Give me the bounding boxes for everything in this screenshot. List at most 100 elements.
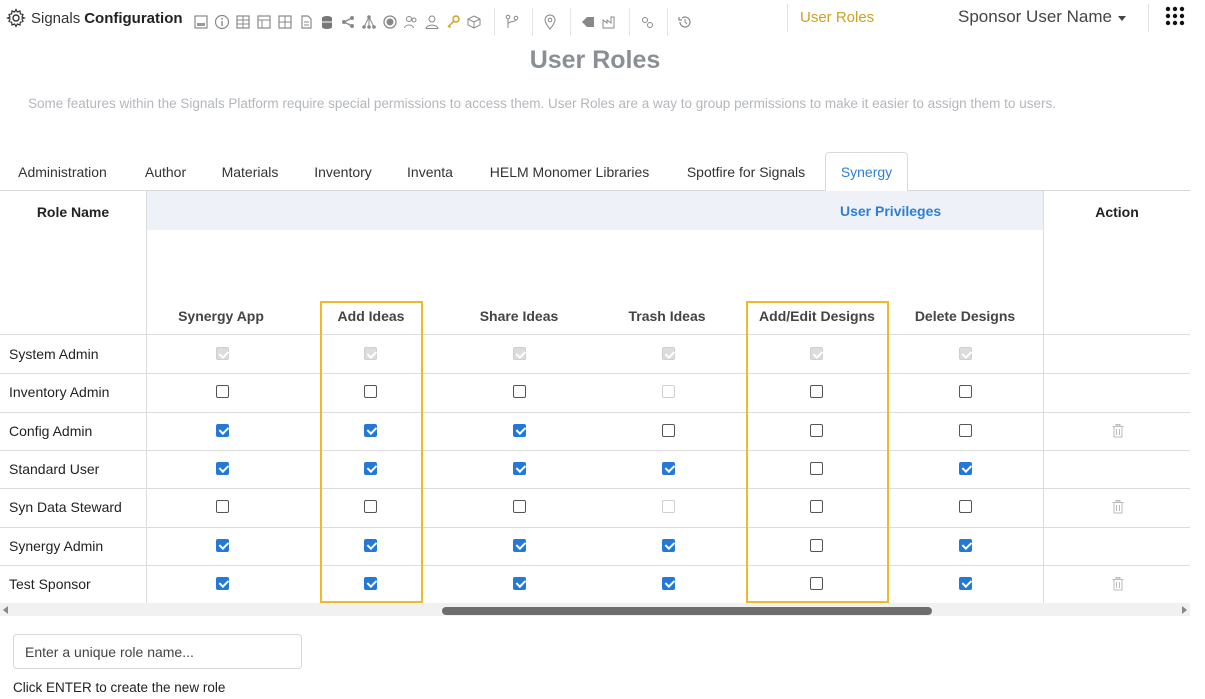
- trash-icon[interactable]: [1112, 423, 1124, 438]
- privilege-checkbox[interactable]: [216, 576, 229, 590]
- tab-synergy[interactable]: Synergy: [825, 152, 908, 192]
- privilege-checkbox[interactable]: [810, 538, 823, 552]
- scrollbar-thumb[interactable]: [442, 607, 932, 615]
- roles-table: Role Name User Privileges Action Synergy…: [0, 191, 1190, 605]
- user-privileges-header: User Privileges: [146, 191, 1044, 230]
- privilege-checkbox[interactable]: [364, 423, 377, 437]
- tree-icon[interactable]: [360, 13, 378, 31]
- col-trash-ideas: Trash Ideas: [628, 308, 706, 324]
- info-icon[interactable]: [213, 13, 231, 31]
- col-add-ideas: Add Ideas: [337, 308, 405, 324]
- horizontal-scrollbar[interactable]: [0, 603, 1190, 616]
- tab-spotfire-for-signals[interactable]: Spotfire for Signals: [670, 152, 822, 191]
- privilege-checkbox: [513, 347, 526, 360]
- privilege-checkbox[interactable]: [216, 423, 229, 437]
- row-divider: [0, 526, 1190, 528]
- tab-helm-monomer-libraries[interactable]: HELM Monomer Libraries: [472, 152, 667, 191]
- table-icon[interactable]: [234, 13, 252, 31]
- privilege-checkbox[interactable]: [513, 461, 526, 475]
- privilege-checkbox[interactable]: [662, 576, 675, 590]
- privilege-checkbox[interactable]: [216, 500, 229, 514]
- header-separator: [787, 4, 788, 32]
- tab-inventa[interactable]: Inventa: [391, 152, 469, 191]
- top-bar: Signals Configuration User Roles Sponsor…: [0, 0, 1205, 36]
- gear-icon: [6, 8, 26, 28]
- grid-icon[interactable]: [276, 13, 294, 31]
- factory-icon[interactable]: [600, 13, 618, 31]
- row-divider: [0, 411, 1190, 413]
- brand[interactable]: Signals Configuration: [6, 7, 183, 29]
- users-icon[interactable]: [402, 13, 420, 31]
- cube-icon[interactable]: [465, 13, 483, 31]
- privilege-checkbox[interactable]: [513, 576, 526, 590]
- privilege-checkbox[interactable]: [364, 500, 377, 514]
- tab-inventory[interactable]: Inventory: [299, 152, 387, 191]
- tag-icon[interactable]: [579, 13, 597, 31]
- privilege-checkbox[interactable]: [513, 423, 526, 437]
- privilege-checkbox[interactable]: [959, 538, 972, 552]
- history-icon[interactable]: [676, 13, 694, 31]
- privilege-checkbox: [216, 347, 229, 360]
- privilege-checkbox[interactable]: [216, 385, 229, 399]
- privilege-checkbox[interactable]: [662, 538, 675, 552]
- role-name-cell: Syn Data Steward: [9, 499, 122, 516]
- role-name-cell: Inventory Admin: [9, 384, 110, 401]
- layout-icon[interactable]: [192, 13, 210, 31]
- key-icon[interactable]: [444, 13, 462, 31]
- privilege-checkbox[interactable]: [216, 461, 229, 475]
- privilege-checkbox[interactable]: [810, 461, 823, 475]
- privilege-checkbox[interactable]: [513, 385, 526, 399]
- tab-author[interactable]: Author: [128, 152, 203, 191]
- role-name-cell: Synergy Admin: [9, 537, 104, 554]
- privilege-checkbox[interactable]: [662, 423, 675, 437]
- toolbar: [192, 8, 697, 36]
- user-menu[interactable]: Sponsor User Name: [958, 7, 1127, 27]
- user-roles-link[interactable]: User Roles: [800, 9, 874, 26]
- scroll-left-icon[interactable]: [3, 606, 8, 614]
- privilege-checkbox[interactable]: [364, 538, 377, 552]
- tab-administration[interactable]: Administration: [0, 152, 125, 191]
- scroll-right-icon[interactable]: [1182, 606, 1187, 614]
- tab-materials[interactable]: Materials: [205, 152, 295, 191]
- privilege-checkbox: [662, 347, 675, 360]
- privilege-checkbox[interactable]: [810, 423, 823, 437]
- privilege-checkbox[interactable]: [959, 500, 972, 514]
- privilege-checkbox: [662, 500, 675, 514]
- role-name-cell: Test Sponsor: [9, 575, 91, 592]
- privilege-checkbox[interactable]: [364, 385, 377, 399]
- privilege-checkbox[interactable]: [810, 500, 823, 514]
- privilege-checkbox[interactable]: [959, 423, 972, 437]
- privilege-checkbox[interactable]: [810, 385, 823, 399]
- target-icon[interactable]: [381, 13, 399, 31]
- privilege-checkbox[interactable]: [810, 576, 823, 590]
- trash-icon[interactable]: [1112, 500, 1124, 514]
- action-header: Action: [1095, 204, 1139, 220]
- row-divider: [0, 449, 1190, 451]
- database-icon[interactable]: [318, 13, 336, 31]
- caret-down-icon: [1118, 15, 1127, 21]
- role-name-header: Role Name: [36, 204, 110, 220]
- user-icon[interactable]: [423, 13, 441, 31]
- apps-grid-icon[interactable]: [1165, 6, 1185, 26]
- new-role-name-input[interactable]: [13, 634, 302, 669]
- share-icon[interactable]: [339, 13, 357, 31]
- list-table-icon[interactable]: [255, 13, 273, 31]
- privilege-checkbox[interactable]: [364, 576, 377, 590]
- privilege-checkbox[interactable]: [513, 500, 526, 514]
- trash-icon[interactable]: [1112, 576, 1124, 591]
- document-icon[interactable]: [297, 13, 315, 31]
- header-separator: [1148, 4, 1149, 32]
- privilege-checkbox[interactable]: [959, 576, 972, 590]
- privilege-checkbox[interactable]: [959, 461, 972, 475]
- col-add-edit-designs: Add/Edit Designs: [759, 308, 875, 324]
- branch-icon[interactable]: [503, 13, 521, 31]
- privilege-checkbox: [662, 385, 675, 399]
- privilege-checkbox[interactable]: [216, 538, 229, 552]
- location-icon[interactable]: [541, 13, 559, 31]
- privilege-checkbox[interactable]: [364, 461, 377, 475]
- settings-icon[interactable]: [638, 13, 656, 31]
- privilege-checkbox[interactable]: [959, 385, 972, 399]
- role-name-cell: Config Admin: [9, 422, 93, 439]
- privilege-checkbox[interactable]: [662, 461, 675, 475]
- privilege-checkbox[interactable]: [513, 538, 526, 552]
